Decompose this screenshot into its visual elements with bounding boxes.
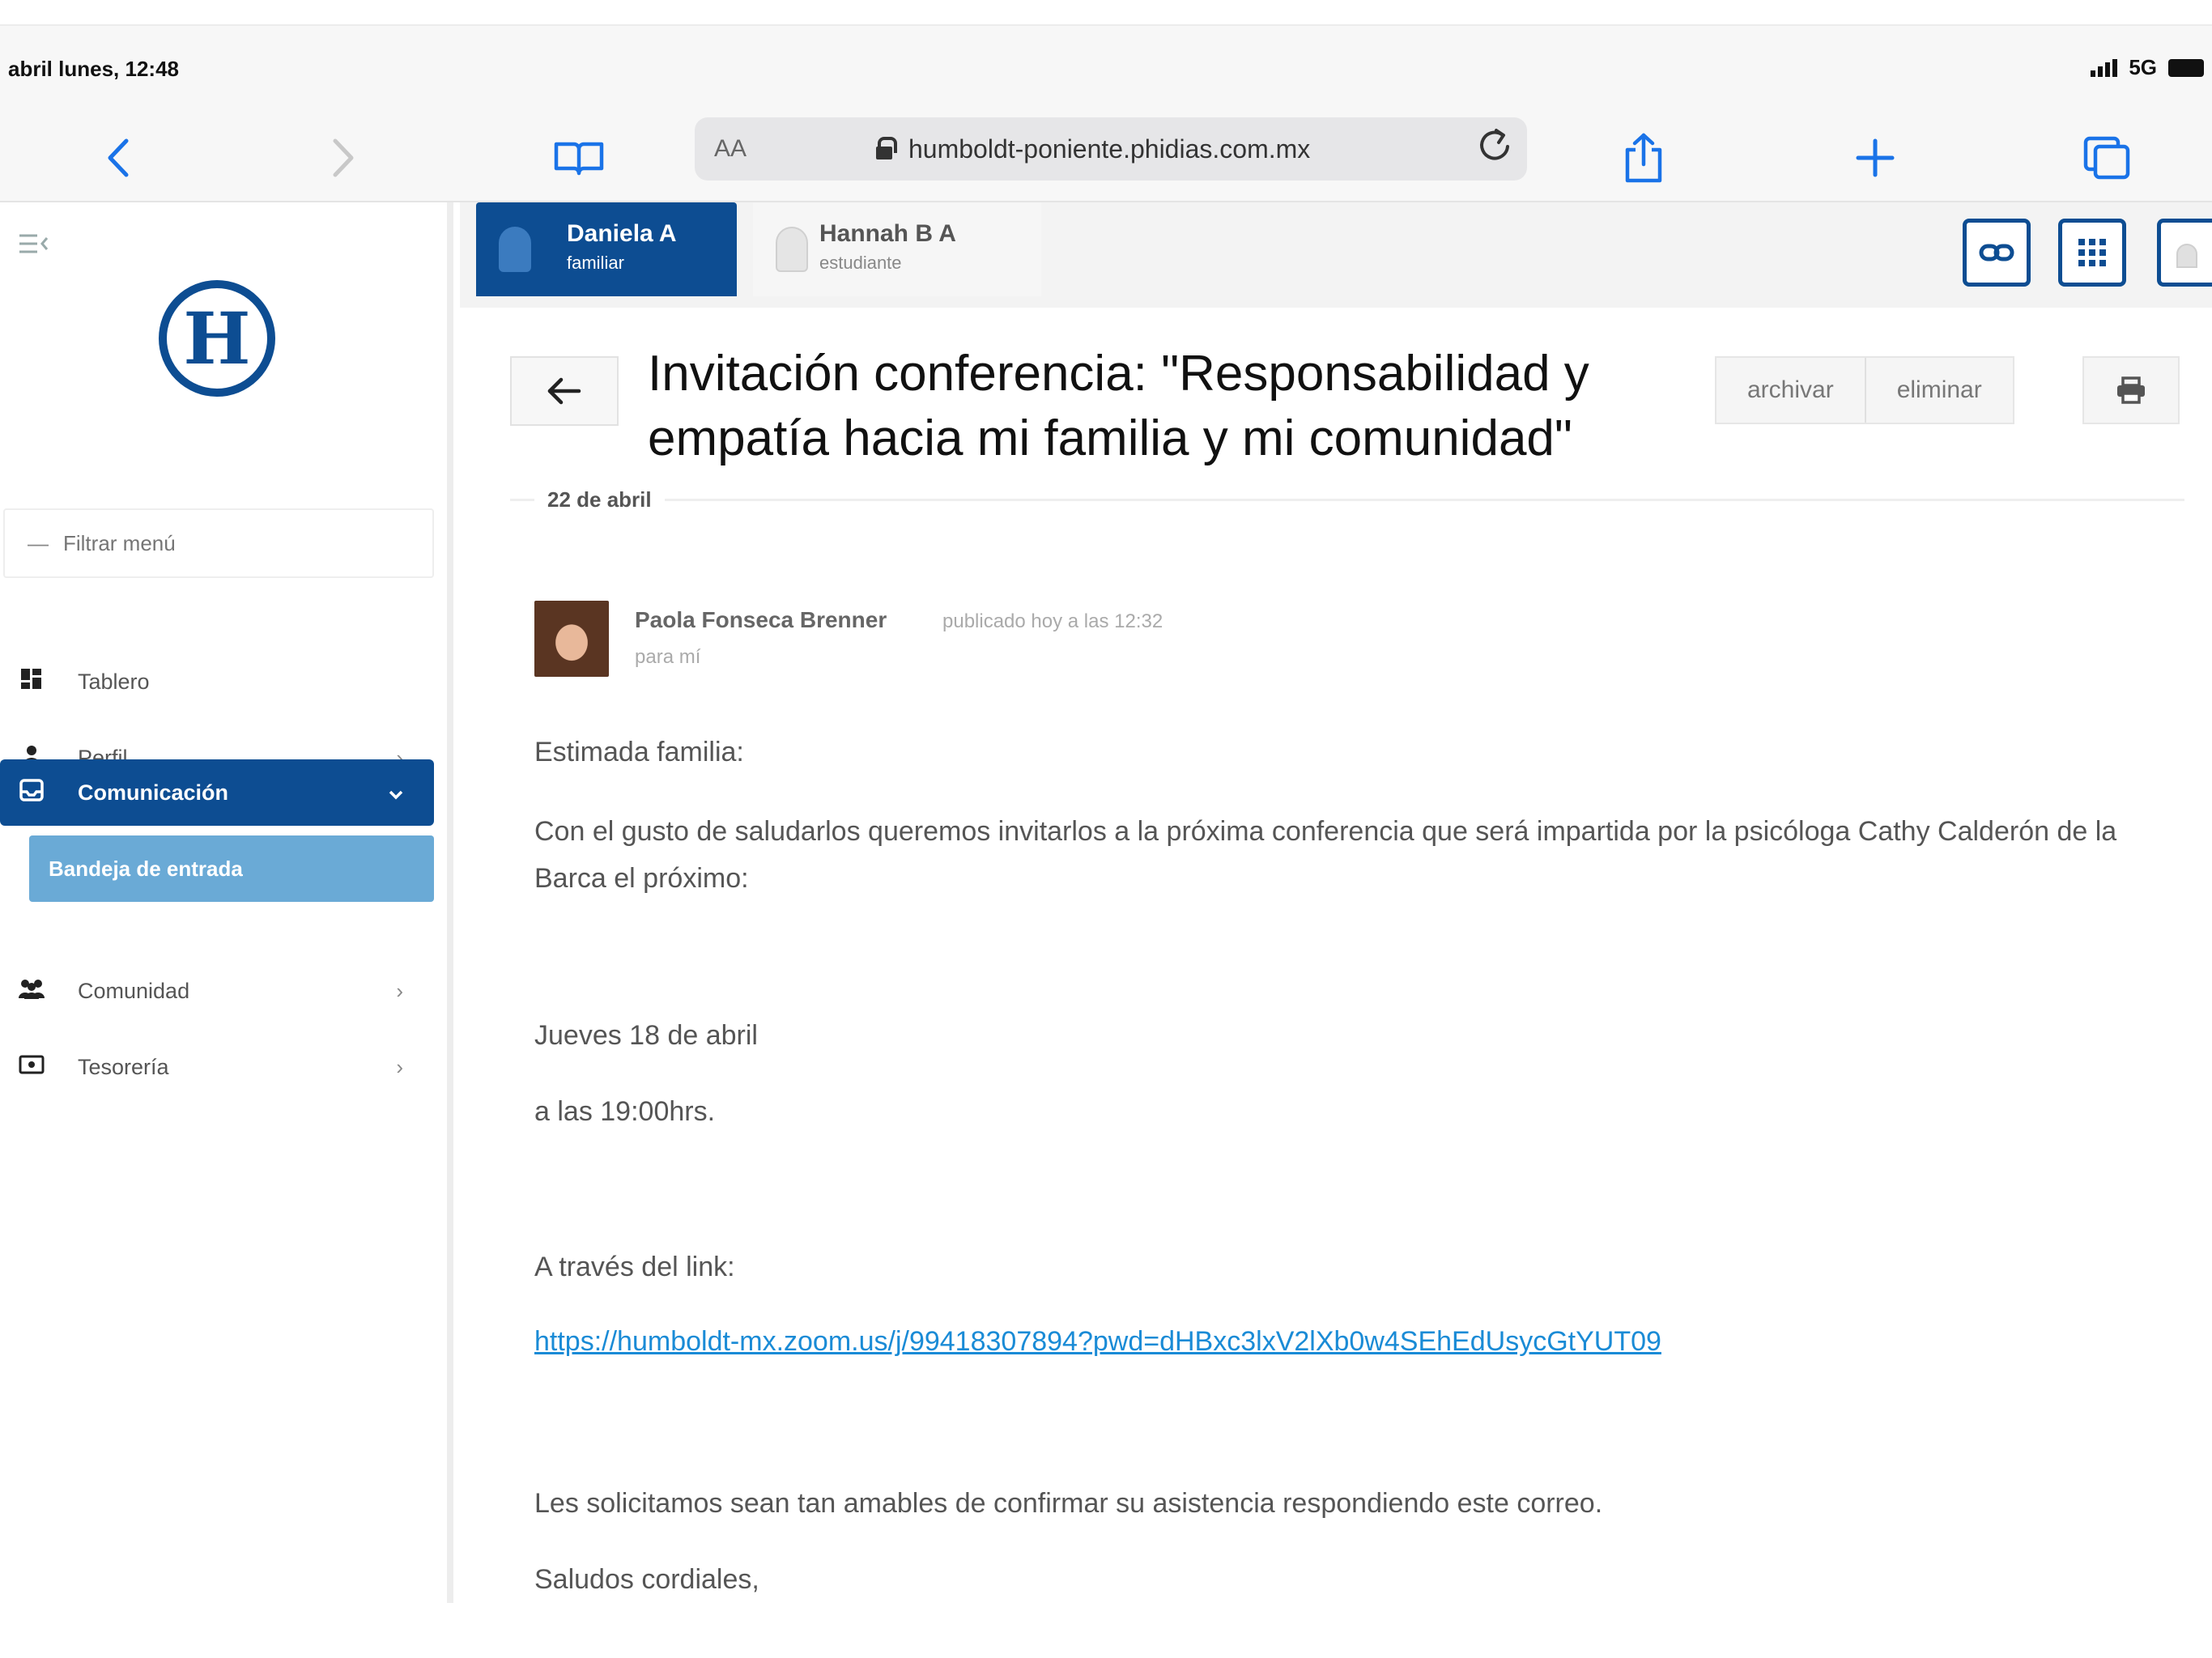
arrow-left-icon bbox=[547, 377, 581, 405]
message-confirm: Les solicitamos sean tan amables de conf… bbox=[534, 1488, 1603, 1519]
message-time-line: a las 19:00hrs. bbox=[534, 1096, 716, 1127]
sidebar-item-label: Comunicación bbox=[78, 780, 229, 805]
collapse-menu-icon[interactable] bbox=[18, 233, 49, 261]
signal-icon bbox=[2091, 58, 2118, 77]
message-date-line: Jueves 18 de abril bbox=[534, 1020, 758, 1051]
chevron-down-icon bbox=[389, 780, 403, 806]
sidebar-item-tesoreria[interactable]: Tesorería › bbox=[0, 1035, 434, 1099]
sidebar-item-label: Comunidad bbox=[78, 978, 190, 1003]
chevron-right-icon: › bbox=[396, 1054, 403, 1079]
profile-name: Daniela A bbox=[567, 220, 677, 247]
filter-menu: — bbox=[3, 508, 434, 578]
plus-icon[interactable] bbox=[1843, 113, 1908, 202]
delete-button[interactable]: eliminar bbox=[1864, 358, 2013, 423]
community-icon bbox=[18, 977, 45, 1005]
share-icon[interactable] bbox=[1611, 113, 1676, 202]
message-link-intro: A través del link: bbox=[534, 1252, 735, 1282]
chevron-right-icon[interactable] bbox=[316, 113, 372, 202]
sender-avatar bbox=[534, 601, 609, 677]
zoom-link[interactable]: https://humboldt-mx.zoom.us/j/9941830789… bbox=[534, 1326, 1661, 1358]
sidebar-item-tablero[interactable]: Tablero bbox=[0, 649, 434, 714]
print-button[interactable] bbox=[2082, 356, 2180, 424]
status-indicators: 5G bbox=[2091, 55, 2204, 80]
lock-icon bbox=[876, 137, 897, 159]
money-icon bbox=[18, 1054, 45, 1080]
sidebar-item-comunidad[interactable]: Comunidad › bbox=[0, 959, 434, 1023]
profile-bar: Daniela A familiar Hannah B A estudiante bbox=[460, 202, 2212, 308]
title-divider bbox=[510, 499, 2184, 501]
sidebar-item-label: Tesorería bbox=[78, 1054, 169, 1079]
profile-role: estudiante bbox=[819, 253, 902, 273]
message-closing: Saludos cordiales, bbox=[534, 1564, 759, 1595]
sidebar: H — Tablero Perfil › Comunicación Bandej… bbox=[0, 202, 453, 1603]
chevron-right-icon: › bbox=[396, 978, 403, 1003]
reload-icon[interactable] bbox=[1477, 125, 1512, 173]
back-button[interactable] bbox=[510, 356, 619, 426]
published-time: publicado hoy a las 12:32 bbox=[942, 610, 1163, 632]
profile-name: Hannah B A bbox=[819, 220, 956, 247]
chevron-left-icon[interactable] bbox=[89, 113, 146, 202]
message-actions: archivar eliminar bbox=[1715, 356, 2014, 424]
network-label: 5G bbox=[2129, 55, 2157, 79]
sender-name[interactable]: Paola Fonseca Brenner bbox=[635, 607, 887, 633]
status-bar: abril lunes, 12:48 5G bbox=[0, 24, 2212, 113]
archive-button[interactable]: archivar bbox=[1716, 358, 1865, 423]
sidebar-subitem-bandeja[interactable]: Bandeja de entrada bbox=[29, 835, 434, 902]
avatar bbox=[776, 227, 808, 272]
logo-letter: H bbox=[183, 296, 251, 380]
filter-menu-input[interactable] bbox=[63, 530, 419, 556]
address-bar[interactable]: AA humboldt-poniente.phidias.com.mx bbox=[695, 117, 1527, 181]
message-paragraph: Con el gusto de saludarlos queremos invi… bbox=[534, 816, 2117, 894]
message-title: Invitación conferencia: "Responsabilidad… bbox=[648, 346, 1589, 466]
user-avatar-button[interactable] bbox=[2157, 219, 2212, 287]
link-icon[interactable] bbox=[1963, 219, 2031, 287]
message-date: 22 de abril bbox=[534, 487, 665, 512]
status-time: abril lunes, 12:48 bbox=[8, 57, 179, 81]
profile-tab-hannah[interactable]: Hannah B A estudiante bbox=[753, 202, 1041, 296]
apps-grid-icon[interactable] bbox=[2058, 219, 2126, 287]
message-view: Invitación conferencia: "Responsabilidad… bbox=[460, 308, 2212, 1603]
dashboard-icon bbox=[18, 668, 45, 696]
filter-icon: — bbox=[28, 530, 49, 555]
avatar bbox=[499, 227, 531, 272]
book-icon[interactable] bbox=[544, 113, 614, 202]
print-icon bbox=[2117, 376, 2145, 404]
school-logo[interactable]: H bbox=[159, 280, 275, 397]
inbox-icon bbox=[18, 778, 45, 807]
profile-tab-daniela[interactable]: Daniela A familiar bbox=[476, 202, 737, 296]
sidebar-item-comunicacion[interactable]: Comunicación bbox=[0, 759, 434, 826]
battery-icon bbox=[2168, 58, 2204, 77]
text-size-button[interactable]: AA bbox=[714, 135, 747, 163]
profile-role: familiar bbox=[567, 253, 624, 273]
recipient-label: para mí bbox=[635, 646, 701, 668]
message-greeting: Estimada familia: bbox=[534, 737, 744, 767]
url-text[interactable]: humboldt-poniente.phidias.com.mx bbox=[908, 134, 1310, 164]
tabs-icon[interactable] bbox=[2073, 113, 2141, 202]
sidebar-item-label: Tablero bbox=[78, 669, 150, 694]
